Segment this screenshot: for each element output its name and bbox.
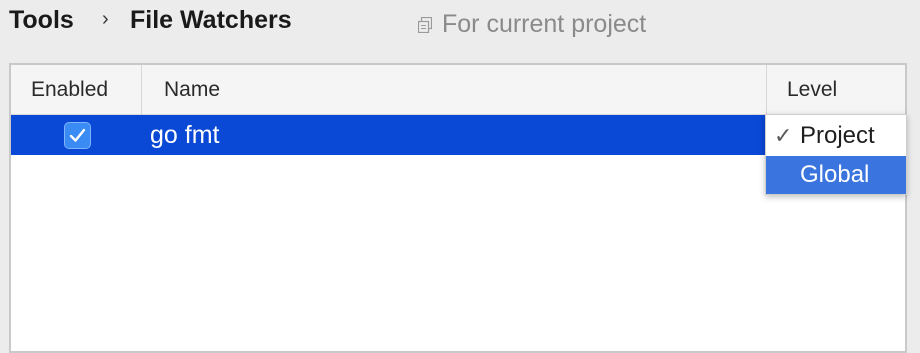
file-watchers-table[interactable]: Enabled Name Level go fmt <box>9 63 907 353</box>
watcher-name: go fmt <box>150 121 220 149</box>
level-option-label: Global <box>800 161 870 188</box>
breadcrumb-parent[interactable]: Tools <box>9 6 74 35</box>
page-title: File Watchers <box>130 6 292 34</box>
settings-header: Tools › File Watchers For current projec… <box>0 0 920 62</box>
level-option-label: Project <box>800 122 875 149</box>
enabled-checkbox[interactable] <box>64 122 91 149</box>
table-header: Enabled Name Level <box>11 65 905 115</box>
level-option-global[interactable]: Global <box>766 156 906 194</box>
column-header-name[interactable]: Name <box>142 65 766 114</box>
checkmark-icon: ✓ <box>774 123 793 148</box>
level-option-project[interactable]: ✓ Project <box>766 117 906 155</box>
breadcrumb-separator: › <box>102 8 109 30</box>
scope-indicator: For current project <box>418 10 646 39</box>
checkmark-icon <box>69 128 86 142</box>
scope-label: For current project <box>442 10 647 38</box>
copy-stack-icon <box>418 16 432 33</box>
column-header-enabled[interactable]: Enabled <box>11 65 142 114</box>
column-header-level[interactable]: Level <box>766 65 907 114</box>
level-dropdown-menu[interactable]: ✓ Project Global <box>765 114 907 195</box>
